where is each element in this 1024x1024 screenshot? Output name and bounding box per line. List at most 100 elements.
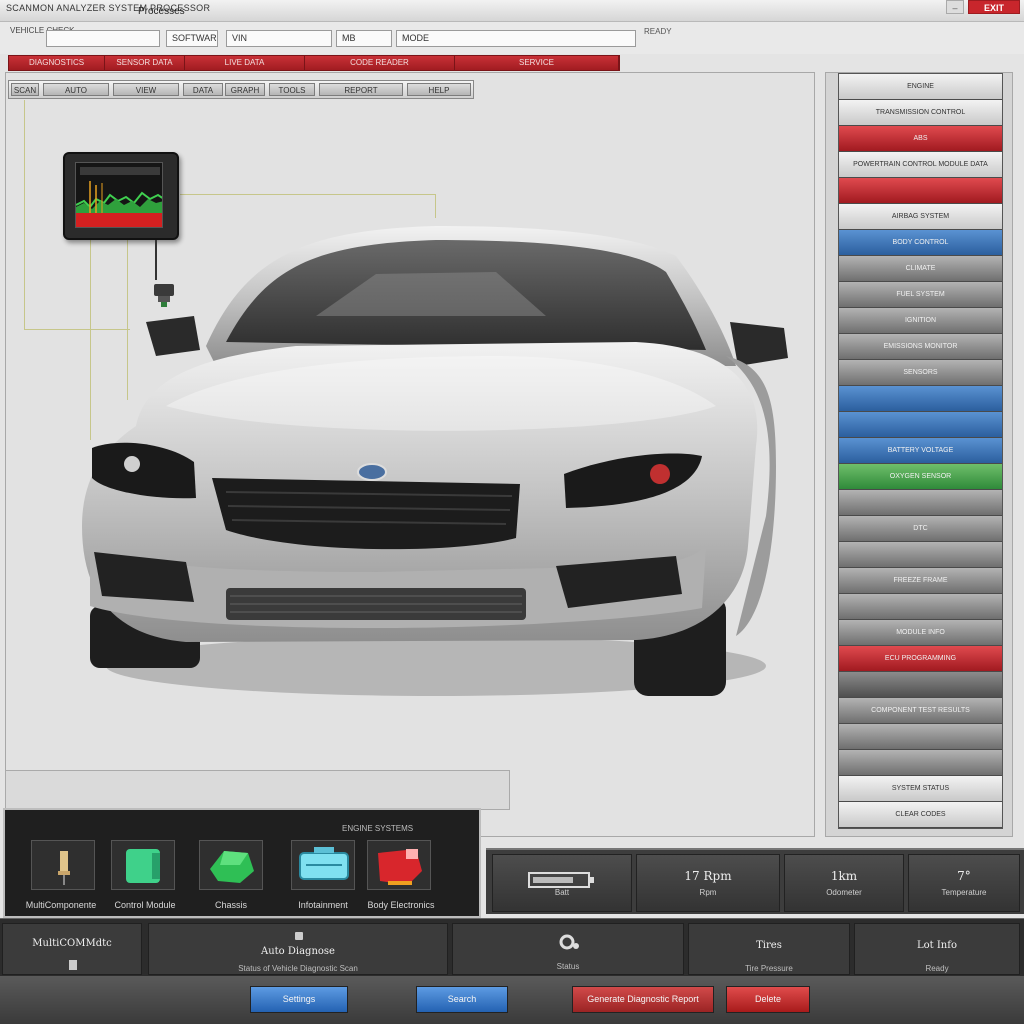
chassis-icon bbox=[210, 851, 254, 883]
category-item[interactable] bbox=[839, 542, 1002, 568]
category-item[interactable]: FUEL SYSTEM bbox=[839, 282, 1002, 308]
stat-temperature-label: Temperature bbox=[941, 888, 987, 897]
category-item[interactable] bbox=[839, 386, 1002, 412]
category-item[interactable]: EMISSIONS MONITOR bbox=[839, 334, 1002, 360]
module-tile-multicomponente[interactable] bbox=[31, 840, 95, 890]
red-tab-strip: DIAGNOSTICS SENSOR DATA LIVE DATA CODE R… bbox=[8, 55, 620, 71]
exit-button[interactable]: EXIT bbox=[968, 0, 1020, 14]
connection-wire bbox=[180, 194, 436, 195]
title-bar: SCANMON ANALYZER SYSTEM PROCESSOR Proces… bbox=[0, 0, 1024, 22]
usb-icon bbox=[69, 960, 77, 970]
stat-temperature: 7° Temperature bbox=[908, 854, 1020, 912]
category-item[interactable]: POWERTRAIN CONTROL MODULE DATA bbox=[839, 152, 1002, 178]
category-item[interactable] bbox=[839, 672, 1002, 698]
category-item[interactable] bbox=[839, 490, 1002, 516]
tab-live-data[interactable]: LIVE DATA bbox=[185, 56, 305, 70]
search-button[interactable]: Search bbox=[416, 986, 508, 1013]
action-bar: Settings Search Generate Diagnostic Repo… bbox=[0, 976, 1024, 1024]
info-auto-diagnose-sub: Status of Vehicle Diagnostic Scan bbox=[238, 964, 358, 973]
module-label-body-electronics: Body Electronics bbox=[367, 900, 435, 910]
modules-panel: ENGINE SYSTEMS MultiComponente Control M… bbox=[3, 808, 481, 918]
connection-wire bbox=[435, 194, 436, 218]
info-tires-sub: Tire Pressure bbox=[745, 964, 793, 973]
category-item[interactable]: AIRBAG SYSTEM bbox=[839, 204, 1002, 230]
minimize-button[interactable]: – bbox=[946, 0, 964, 14]
stat-rpm-value: 17 Rpm bbox=[684, 869, 732, 883]
module-tile-chassis[interactable] bbox=[199, 840, 263, 890]
category-item[interactable]: COMPONENT TEST RESULTS bbox=[839, 698, 1002, 724]
stat-odometer-label: Odometer bbox=[826, 888, 862, 897]
info-cell-auto-diagnose[interactable]: Auto Diagnose Status of Vehicle Diagnost… bbox=[148, 923, 448, 975]
tab-code-reader[interactable]: CODE READER bbox=[305, 56, 455, 70]
filter-row: VEHICLE CHECK SOFTWARE VIN MB MODE READY bbox=[0, 22, 1024, 54]
toolbar-graph-button[interactable]: GRAPH bbox=[225, 83, 265, 96]
category-item[interactable]: OXYGEN SENSOR bbox=[839, 464, 1002, 490]
category-item[interactable]: TRANSMISSION CONTROL bbox=[839, 100, 1002, 126]
module-tile-infotainment[interactable] bbox=[291, 840, 355, 890]
category-list: ENGINE TRANSMISSION CONTROL ABS POWERTRAIN … bbox=[838, 73, 1003, 829]
tab-sensor-data[interactable]: SENSOR DATA bbox=[105, 56, 185, 70]
category-item[interactable]: ABS bbox=[839, 126, 1002, 152]
toolbar-auto-button[interactable]: AUTO bbox=[43, 83, 109, 96]
category-item[interactable]: ENGINE bbox=[839, 74, 1002, 100]
info-cell-lot[interactable]: Lot Info Ready bbox=[854, 923, 1020, 975]
category-item[interactable]: BATTERY VOLTAGE bbox=[839, 438, 1002, 464]
category-item[interactable]: CLIMATE bbox=[839, 256, 1002, 282]
filter-field-mode[interactable]: MODE bbox=[396, 30, 636, 47]
category-item[interactable]: SYSTEM STATUS bbox=[839, 776, 1002, 802]
category-item[interactable] bbox=[839, 750, 1002, 776]
module-tile-control[interactable] bbox=[111, 840, 175, 890]
dashboard-icon bbox=[299, 847, 349, 880]
engine-icon bbox=[126, 849, 160, 883]
stat-temperature-value: 7° bbox=[957, 869, 971, 883]
info-multicomm-title: MultiCOMMdtc bbox=[32, 938, 112, 949]
toolbar-report-button[interactable]: REPORT bbox=[319, 83, 403, 96]
panel-underlay bbox=[5, 770, 510, 810]
info-cell-tires[interactable]: Tires Tire Pressure bbox=[688, 923, 850, 975]
view-toolbar: SCAN AUTO VIEW DATA GRAPH TOOLS REPORT H… bbox=[8, 80, 474, 99]
category-item[interactable]: ECU PROGRAMMING bbox=[839, 646, 1002, 672]
category-item[interactable] bbox=[839, 412, 1002, 438]
toolbar-view-button[interactable]: VIEW bbox=[113, 83, 179, 96]
delete-button[interactable]: Delete bbox=[726, 986, 810, 1013]
sensor-icon bbox=[58, 851, 70, 885]
info-lot-sub: Ready bbox=[925, 964, 949, 973]
tab-processes[interactable]: Processes bbox=[138, 6, 185, 17]
filter-status-note: READY bbox=[644, 27, 672, 36]
generate-report-button[interactable]: Generate Diagnostic Report bbox=[572, 986, 714, 1013]
gear-icon bbox=[559, 934, 579, 950]
category-item[interactable] bbox=[839, 594, 1002, 620]
settings-button[interactable]: Settings bbox=[250, 986, 348, 1013]
body-icon bbox=[378, 849, 422, 885]
category-item[interactable]: FREEZE FRAME bbox=[839, 568, 1002, 594]
category-item[interactable]: BODY CONTROL bbox=[839, 230, 1002, 256]
filter-field-vin[interactable]: VIN bbox=[226, 30, 332, 47]
info-auto-diagnose-title: Auto Diagnose bbox=[261, 946, 335, 957]
category-item[interactable]: IGNITION bbox=[839, 308, 1002, 334]
filter-field-1[interactable] bbox=[46, 30, 160, 47]
stat-odometer: 1km Odometer bbox=[784, 854, 904, 912]
filter-field-software[interactable]: SOFTWARE bbox=[166, 30, 218, 47]
stat-odometer-value: 1km bbox=[830, 869, 858, 883]
info-cell-status[interactable]: Status bbox=[452, 923, 684, 975]
stat-rpm-label: Rpm bbox=[699, 888, 717, 897]
toolbar-scan-button[interactable]: SCAN bbox=[11, 83, 39, 96]
module-label-chassis: Chassis bbox=[214, 900, 247, 910]
tab-service[interactable]: SERVICE bbox=[455, 56, 619, 70]
module-label-control: Control Module bbox=[114, 900, 176, 910]
info-cell-multicomm[interactable]: MultiCOMMdtc bbox=[2, 923, 142, 975]
info-lot-title: Lot Info bbox=[917, 940, 957, 951]
filter-field-mb[interactable]: MB bbox=[336, 30, 392, 47]
module-tile-body-electronics[interactable] bbox=[367, 840, 431, 890]
tab-diagnostics[interactable]: DIAGNOSTICS bbox=[9, 56, 105, 70]
category-item[interactable] bbox=[839, 724, 1002, 750]
category-item[interactable] bbox=[839, 178, 1002, 204]
category-item[interactable]: DTC bbox=[839, 516, 1002, 542]
category-item[interactable]: MODULE INFO bbox=[839, 620, 1002, 646]
toolbar-data-button[interactable]: DATA bbox=[183, 83, 223, 96]
toolbar-tools-button[interactable]: TOOLS bbox=[269, 83, 315, 96]
info-bar: MultiCOMMdtc Auto Diagnose Status of Veh… bbox=[0, 918, 1024, 976]
category-item[interactable]: SENSORS bbox=[839, 360, 1002, 386]
category-item[interactable]: CLEAR CODES bbox=[839, 802, 1002, 828]
toolbar-help-button[interactable]: HELP bbox=[407, 83, 471, 96]
